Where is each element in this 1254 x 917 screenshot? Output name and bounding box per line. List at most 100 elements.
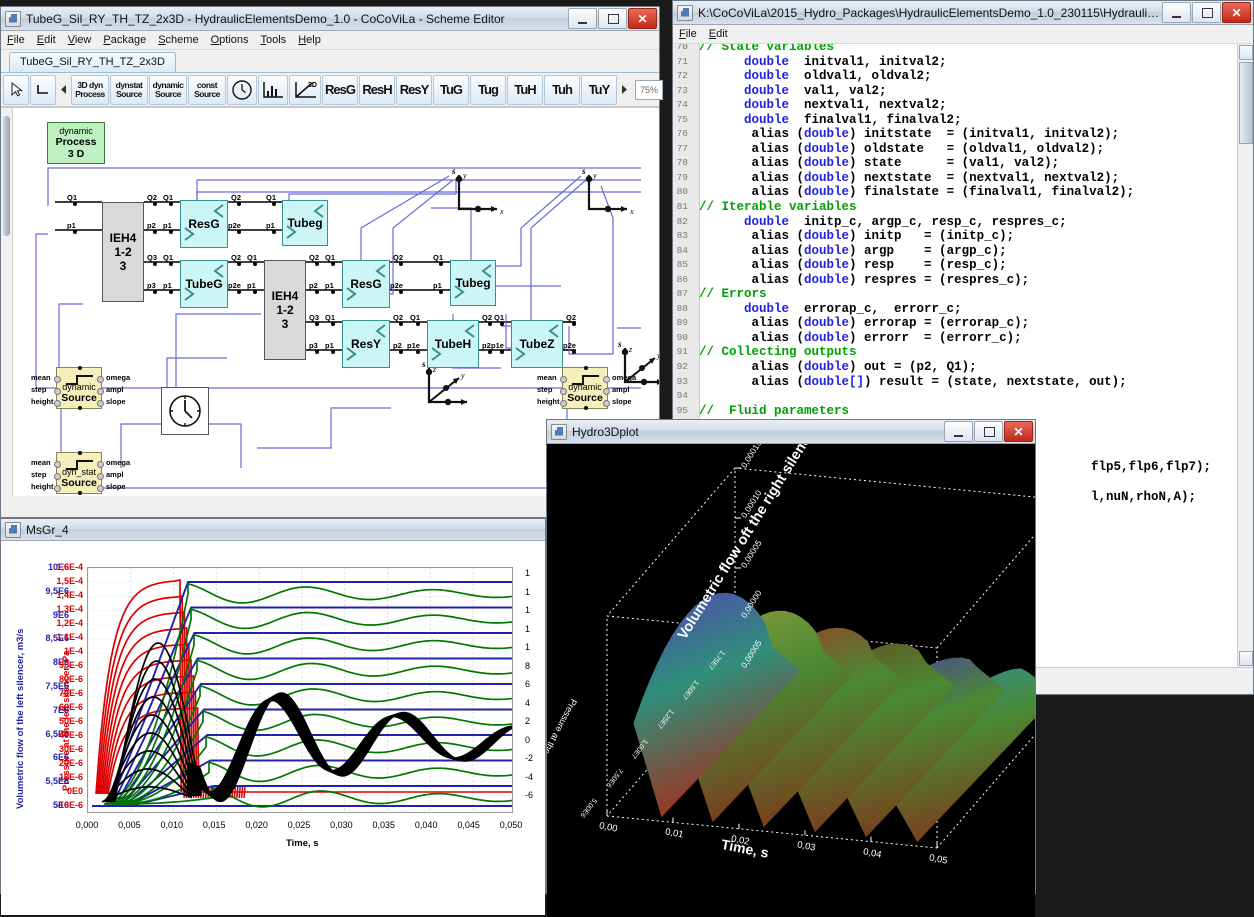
scroll-left-button[interactable] bbox=[57, 74, 70, 105]
msgr-titlebar[interactable]: MsGr_4 bbox=[1, 519, 545, 541]
port-dot[interactable] bbox=[237, 230, 241, 234]
port-dot[interactable] bbox=[315, 322, 319, 326]
code-window-buttons[interactable]: ✕ bbox=[1162, 2, 1251, 23]
port-slope[interactable] bbox=[97, 485, 104, 492]
block-clock-block[interactable] bbox=[161, 387, 209, 435]
block-dynamic-source-left[interactable]: dynamic Source mean step height omega ampl slop… bbox=[31, 366, 130, 410]
port-dot[interactable] bbox=[153, 230, 157, 234]
code-line[interactable]: 95 // Fluid parameters bbox=[673, 404, 1238, 419]
block-tubez[interactable]: TubeZ bbox=[511, 320, 563, 368]
axes-widget-sz-2[interactable]: sz y bbox=[615, 339, 659, 392]
code-line[interactable]: 74 double nextval1, nextval2; bbox=[673, 98, 1238, 113]
block-resg-b[interactable]: ResG bbox=[342, 260, 390, 308]
menu-item-file[interactable]: File bbox=[7, 34, 25, 46]
plot3d-canvas[interactable]: Volumetric flow oft the right silencer, … bbox=[547, 444, 1035, 917]
port-dot[interactable] bbox=[500, 322, 504, 326]
port-mean[interactable] bbox=[54, 461, 61, 468]
port-mean[interactable] bbox=[54, 376, 61, 383]
clock-button[interactable] bbox=[227, 74, 257, 105]
code-line[interactable]: 76 alias (double) initstate = (initval1,… bbox=[673, 127, 1238, 142]
port-dot[interactable] bbox=[169, 202, 173, 206]
block-resy[interactable]: ResY bbox=[342, 320, 390, 368]
resh-button[interactable]: ResH bbox=[359, 74, 395, 105]
tuh-button[interactable]: TuH bbox=[507, 74, 543, 105]
axes2d-button[interactable] bbox=[258, 74, 288, 105]
menu-item-edit[interactable]: Edit bbox=[37, 34, 56, 46]
code-line[interactable]: 81 // Iterable variables bbox=[673, 200, 1238, 215]
code-line[interactable]: 75 double finalval1, finalval2; bbox=[673, 113, 1238, 128]
block-ieh4-a[interactable]: IEH4 1-2 3 bbox=[102, 202, 144, 302]
block-dynamic-source-right[interactable]: dynamic Source mean step height omega ampl slop… bbox=[537, 366, 636, 410]
axes-widget-sy-1[interactable]: sy x bbox=[449, 166, 509, 219]
zoom-level-display[interactable]: 75% bbox=[635, 79, 663, 100]
code-line[interactable]: 91 // Collecting outputs bbox=[673, 345, 1238, 360]
minimize-button[interactable] bbox=[944, 421, 973, 442]
port-dot[interactable] bbox=[572, 322, 576, 326]
axes-widget-sz[interactable]: sz y bbox=[419, 359, 479, 412]
dynstat-source-button[interactable]: dynstat Source bbox=[110, 74, 148, 105]
port-height[interactable] bbox=[54, 485, 61, 492]
block-ieh4-b[interactable]: IEH4 1-2 3 bbox=[264, 260, 306, 360]
code-line[interactable]: 82 double initp_c, argp_c, resp_c, respr… bbox=[673, 215, 1238, 230]
resg-button[interactable]: ResG bbox=[322, 74, 358, 105]
port-dot[interactable] bbox=[331, 350, 335, 354]
port-bottom[interactable] bbox=[584, 406, 588, 410]
maximize-button[interactable] bbox=[598, 8, 627, 29]
port-dot[interactable] bbox=[439, 262, 443, 266]
port-step[interactable] bbox=[54, 388, 61, 395]
port-height[interactable] bbox=[54, 400, 61, 407]
tuy-button[interactable]: TuY bbox=[581, 74, 617, 105]
code-line[interactable]: 90 alias (double) errorr = (errorr_c); bbox=[673, 331, 1238, 346]
menu-item-package[interactable]: Package bbox=[103, 34, 146, 46]
port-dot[interactable] bbox=[488, 350, 492, 354]
tug-button[interactable]: TuG bbox=[433, 74, 469, 105]
const-source-button[interactable]: const Source bbox=[188, 74, 226, 105]
code-line[interactable]: 92 alias (double) out = (p2, Q1); bbox=[673, 360, 1238, 375]
msgr-chart-window[interactable]: MsGr_4 Volumetric flow of the left silen… bbox=[0, 518, 546, 915]
port-dot[interactable] bbox=[169, 230, 173, 234]
code-line[interactable]: 85 alias (double) resp = (resp_c); bbox=[673, 258, 1238, 273]
port-ampl[interactable] bbox=[603, 388, 610, 395]
port-dot[interactable] bbox=[272, 230, 276, 234]
code-scroll-thumb[interactable] bbox=[1239, 62, 1253, 144]
scheme-tabstrip[interactable]: TubeG_Sil_RY_TH_TZ_2x3D bbox=[1, 50, 659, 73]
minimize-button[interactable] bbox=[1162, 2, 1191, 23]
code-line[interactable]: 72 double oldval1, oldval2; bbox=[673, 69, 1238, 84]
block-process-3d[interactable]: dynamic Process 3 D bbox=[47, 122, 105, 164]
port-omega[interactable] bbox=[603, 376, 610, 383]
port-step[interactable] bbox=[54, 473, 61, 480]
scroll-up-arrow-icon[interactable] bbox=[1239, 45, 1253, 60]
code-line[interactable]: 94 bbox=[673, 389, 1238, 404]
port-top[interactable] bbox=[78, 451, 82, 455]
port-dot[interactable] bbox=[253, 290, 257, 294]
plot3d-titlebar[interactable]: Hydro3Dplot ✕ bbox=[547, 420, 1035, 444]
port-dot[interactable] bbox=[153, 202, 157, 206]
port-ampl[interactable] bbox=[97, 473, 104, 480]
port-slope[interactable] bbox=[97, 400, 104, 407]
scroll-right-button[interactable] bbox=[618, 74, 631, 105]
resy-button[interactable]: ResY bbox=[396, 74, 432, 105]
close-button[interactable]: ✕ bbox=[628, 8, 657, 29]
port-dot[interactable] bbox=[315, 290, 319, 294]
port-dot[interactable] bbox=[315, 262, 319, 266]
port-dot[interactable] bbox=[73, 202, 77, 206]
chart-plot-area[interactable] bbox=[87, 567, 513, 813]
code-line[interactable]: 71 double initval1, initval2; bbox=[673, 55, 1238, 70]
port-slope[interactable] bbox=[603, 400, 610, 407]
code-line[interactable]: 83 alias (double) initp = (initp_c); bbox=[673, 229, 1238, 244]
code-vertical-scrollbar[interactable] bbox=[1237, 44, 1253, 667]
port-height[interactable] bbox=[560, 400, 567, 407]
block-resg-a[interactable]: ResG bbox=[180, 200, 228, 248]
close-button[interactable]: ✕ bbox=[1222, 2, 1251, 23]
code-line[interactable]: 79 alias (double) nextstate = (nextval1,… bbox=[673, 171, 1238, 186]
port-dot[interactable] bbox=[399, 290, 403, 294]
plot3d-window-buttons[interactable]: ✕ bbox=[944, 421, 1033, 442]
hydro3dplot-window[interactable]: Hydro3Dplot ✕ Volumetric flow oft the ri… bbox=[546, 419, 1036, 917]
port-dot[interactable] bbox=[73, 230, 77, 234]
port-dot[interactable] bbox=[153, 290, 157, 294]
code-line[interactable]: 86 alias (double) respres = (respres_c); bbox=[673, 273, 1238, 288]
code-line[interactable]: 89 alias (double) errorap = (errorap_c); bbox=[673, 316, 1238, 331]
axes3d-button[interactable]: 3D bbox=[289, 74, 321, 105]
block-dyn-stat-source[interactable]: dyn_stat Source mean step height omega ampl slo… bbox=[31, 451, 130, 495]
tuh-lower-button[interactable]: Tuh bbox=[544, 74, 580, 105]
